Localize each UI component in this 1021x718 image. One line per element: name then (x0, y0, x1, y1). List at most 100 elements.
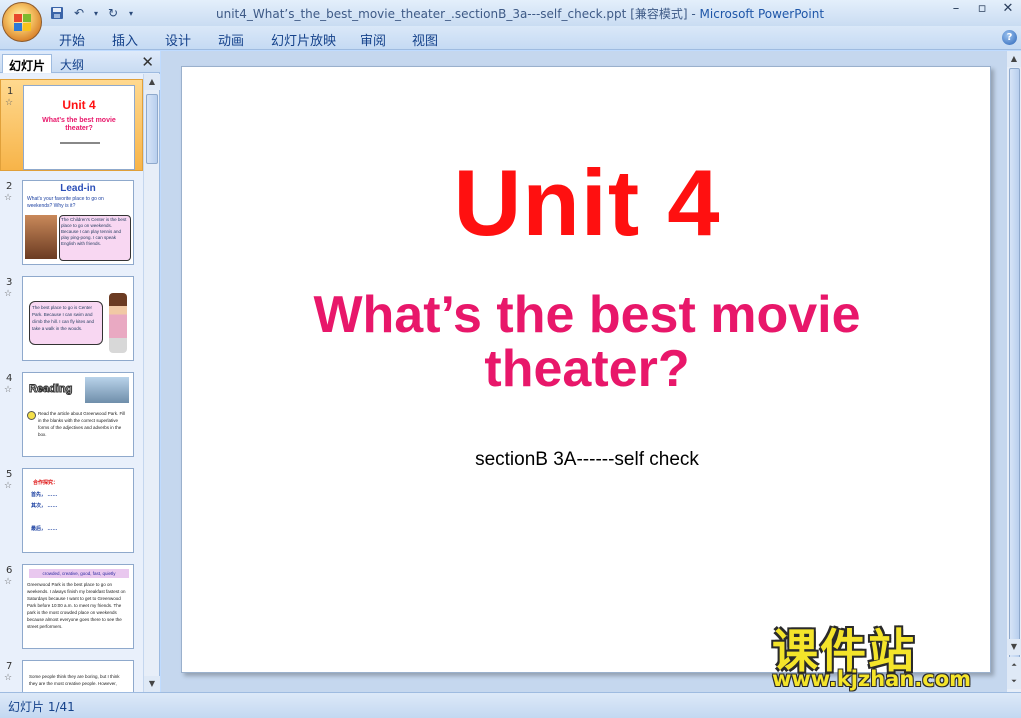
thumbnail-image: Reading Read the article about Greenwood… (22, 372, 134, 457)
tab-slides[interactable]: 幻灯片 (2, 54, 53, 73)
thumbnail-image: Some people think they are boring, but I… (22, 660, 134, 692)
thumb-heading: Lead-in (60, 183, 96, 194)
watermark: 课件站 www.kjzhan.com (768, 615, 1008, 693)
thumbnail-number: 2 (6, 181, 13, 192)
undo-dropdown-icon[interactable]: ▾ (92, 5, 100, 21)
thumb-photo (25, 215, 57, 259)
slides-panel: 幻灯片 大纲 ✕ 1 ☆ Unit 4 What’s the best movi… (0, 51, 160, 692)
document-name: unit4_What’s_the_best_movie_theater_.sec… (216, 7, 688, 21)
watermark-url: www.kjzhan.com (772, 667, 972, 691)
thumbnail-image: Unit 4 What’s the best movie theater? (23, 85, 135, 170)
scroll-up-icon[interactable]: ▲ (144, 74, 160, 90)
thumbnail-image: crowded, creative, good, fast, quietly G… (22, 564, 134, 649)
tab-view[interactable]: 视图 (412, 30, 438, 49)
thumbnail-number: 4 (6, 373, 13, 384)
scrollbar-thumb[interactable] (1009, 68, 1020, 668)
thumb-bubble: The best place to go is Center Park. Bec… (29, 301, 103, 345)
thumb-text: 其次， …… (31, 503, 58, 509)
quick-access-toolbar: ↶ ▾ ↻ ▾ (48, 4, 136, 22)
thumb-caption-line (60, 142, 100, 144)
scroll-up-icon[interactable]: ▲ (1007, 51, 1021, 67)
slide-subtitle-line-2[interactable]: theater? (182, 339, 992, 399)
thumbnail-number: 3 (6, 277, 13, 288)
scroll-down-icon[interactable]: ▼ (1007, 639, 1021, 655)
window-controls: – ▫ ✕ (943, 0, 1021, 18)
slide-caption[interactable]: sectionB 3A------self check (182, 449, 992, 471)
thumbnail-number: 5 (6, 469, 13, 480)
thumbnail-slide-5[interactable]: 5 ☆ 合作探究： 首先， …… 其次， …… 最后， …… (0, 463, 143, 555)
animation-star-icon: ☆ (4, 289, 13, 299)
slide-counter: 幻灯片 1/41 (8, 700, 75, 714)
animation-star-icon: ☆ (4, 673, 13, 683)
redo-icon[interactable]: ↻ (104, 5, 122, 21)
title-separator: - (687, 7, 700, 21)
tab-animations[interactable]: 动画 (218, 30, 244, 49)
thumbnail-image: The best place to go is Center Park. Bec… (22, 276, 134, 361)
thumb-title: Unit 4 (62, 98, 96, 112)
panel-tabs: 幻灯片 大纲 ✕ (0, 51, 160, 73)
animation-star-icon: ☆ (4, 193, 13, 203)
thumb-photo (85, 377, 129, 403)
office-button[interactable] (2, 2, 42, 42)
thumbnail-slide-4[interactable]: 4 ☆ Reading Read the article about Green… (0, 367, 143, 459)
undo-icon[interactable]: ↶ (70, 5, 88, 21)
thumbnail-number: 7 (6, 661, 13, 672)
thumbnail-slide-1[interactable]: 1 ☆ Unit 4 What’s the best movie theater… (0, 79, 143, 171)
tab-insert[interactable]: 插入 (112, 30, 138, 49)
office-logo-icon (14, 14, 32, 32)
slide-title[interactable]: Unit 4 (182, 149, 992, 257)
thumb-text: Some people think they are boring, but I… (29, 674, 120, 686)
status-bar: 幻灯片 1/41 (0, 692, 1021, 718)
thumb-heading: Reading (28, 383, 73, 396)
customize-qat-icon[interactable]: ▾ (126, 5, 136, 21)
thumbnail-slide-3[interactable]: 3 ☆ The best place to go is Center Park.… (0, 271, 143, 363)
thumbnail-slide-6[interactable]: 6 ☆ crowded, creative, good, fast, quiet… (0, 559, 143, 651)
next-slide-icon[interactable]: ⏷ (1007, 673, 1021, 689)
tab-home[interactable]: 开始 (59, 30, 85, 49)
minimize-icon[interactable]: – (943, 0, 969, 18)
close-icon[interactable]: ✕ (995, 0, 1021, 18)
slide-scrollbar[interactable]: ▲ ▼ ⏶ ⏷ (1006, 51, 1021, 692)
scrollbar-thumb[interactable] (146, 94, 158, 164)
thumb-bullet-icon (27, 411, 36, 420)
close-icon[interactable]: ✕ (141, 53, 154, 71)
title-bar: ↶ ▾ ↻ ▾ unit4_What’s_the_best_movie_thea… (0, 0, 1021, 26)
thumb-text: 合作探究： (33, 480, 59, 486)
thumbnail-scrollbar[interactable]: ▲ ▼ (143, 74, 160, 692)
slide-thumbnails: 1 ☆ Unit 4 What’s the best movie theater… (0, 74, 143, 692)
thumbnail-number: 6 (6, 565, 13, 576)
thumb-girl-image (109, 293, 127, 353)
window-title: unit4_What’s_the_best_movie_theater_.sec… (216, 5, 824, 22)
thumb-bubble: The Children's Center is the best place … (59, 215, 131, 261)
thumbnail-number: 1 (7, 86, 14, 97)
help-icon[interactable]: ? (1002, 30, 1017, 45)
thumbnail-slide-7[interactable]: 7 ☆ Some people think they are boring, b… (0, 655, 143, 692)
thumbnail-image: Lead-in What's your favorite place to go… (22, 180, 134, 265)
thumb-text: What's your favorite place to go on week… (27, 196, 104, 209)
animation-star-icon: ☆ (4, 481, 13, 491)
thumb-subtitle: What’s the best movie theater? (42, 117, 116, 132)
previous-slide-icon[interactable]: ⏶ (1007, 657, 1021, 673)
thumbnail-slide-2[interactable]: 2 ☆ Lead-in What's your favorite place t… (0, 175, 143, 267)
thumb-wordbox: crowded, creative, good, fast, quietly (29, 569, 129, 578)
tab-review[interactable]: 审阅 (360, 30, 386, 49)
scroll-down-icon[interactable]: ▼ (144, 676, 160, 692)
slide-canvas[interactable]: Unit 4 What’s the best movie theater? se… (181, 66, 991, 673)
thumb-text: 最后， …… (31, 526, 58, 532)
ribbon-tabs: 开始 插入 设计 动画 幻灯片放映 审阅 视图 (0, 26, 1021, 50)
save-icon[interactable] (48, 5, 66, 21)
animation-star-icon: ☆ (5, 98, 14, 108)
slide-editing-area: Unit 4 What’s the best movie theater? se… (161, 51, 1006, 692)
thumb-text: 首先， …… (31, 492, 58, 498)
thumb-text: Read the article about Greenwood Park. F… (38, 411, 126, 437)
animation-star-icon: ☆ (4, 577, 13, 587)
tab-outline[interactable]: 大纲 (54, 54, 90, 73)
slide-subtitle-line-1[interactable]: What’s the best movie (182, 285, 992, 345)
animation-star-icon: ☆ (4, 385, 13, 395)
thumbnail-image: 合作探究： 首先， …… 其次， …… 最后， …… (22, 468, 134, 553)
tab-slideshow[interactable]: 幻灯片放映 (271, 30, 336, 49)
tab-design[interactable]: 设计 (165, 30, 191, 49)
app-name: Microsoft PowerPoint (699, 7, 825, 21)
maximize-icon[interactable]: ▫ (969, 0, 995, 18)
thumb-text: Greenwood Park is the best place to go o… (27, 582, 126, 629)
